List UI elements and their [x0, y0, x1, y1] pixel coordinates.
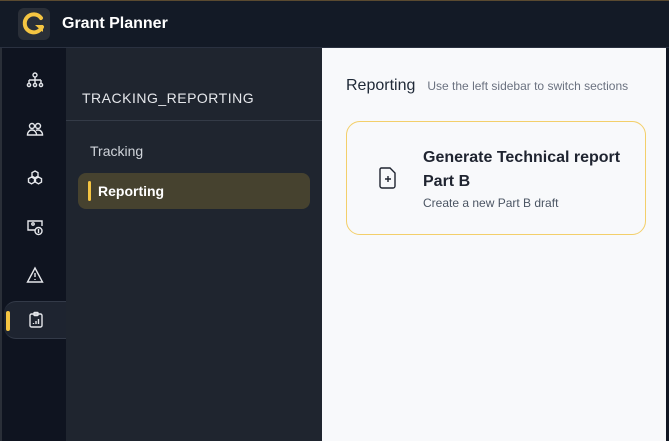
clipboard-chart-icon: [28, 311, 43, 328]
icon-rail: [0, 48, 68, 441]
secondary-sidebar: TRACKING_REPORTING Tracking Reporting: [66, 48, 322, 441]
money-icon: [27, 220, 43, 236]
generate-report-card[interactable]: Generate Technical report Part B Create …: [346, 121, 646, 235]
file-plus-icon: [379, 167, 396, 189]
active-indicator: [88, 181, 91, 201]
sidebar-item-tracking[interactable]: Tracking: [78, 133, 310, 169]
top-bar: Grant Planner: [0, 0, 669, 48]
sidebar-item-label: Tracking: [90, 143, 144, 159]
rail-item-funding[interactable]: [2, 208, 68, 246]
divider: [66, 120, 322, 121]
hierarchy-icon: [26, 72, 44, 88]
rail-item-reporting[interactable]: [4, 301, 68, 339]
sidebar-item-label: Reporting: [98, 183, 165, 199]
sidebar-title: TRACKING_REPORTING: [82, 90, 255, 106]
rail-item-hierarchy[interactable]: [2, 61, 68, 99]
card-title: Generate Technical report Part B: [423, 149, 621, 190]
sidebar-item-reporting[interactable]: Reporting: [78, 173, 310, 209]
card-subtitle: Create a new Part B draft: [423, 196, 559, 210]
app-title: Grant Planner: [62, 15, 168, 32]
boxes-icon: [27, 170, 43, 185]
app-logo[interactable]: [18, 8, 50, 40]
warning-icon: [26, 266, 44, 283]
page-subtitle: Use the left sidebar to switch sections: [427, 79, 629, 93]
rail-item-users[interactable]: [2, 110, 68, 148]
main-content: Reporting Use the left sidebar to switch…: [322, 48, 666, 441]
rail-item-risks[interactable]: [2, 256, 68, 294]
page-header: Reporting Use the left sidebar to switch…: [346, 77, 628, 95]
rail-item-boxes[interactable]: [2, 159, 68, 197]
users-icon: [26, 122, 44, 136]
page-title: Reporting: [346, 77, 416, 94]
active-indicator: [6, 311, 10, 331]
